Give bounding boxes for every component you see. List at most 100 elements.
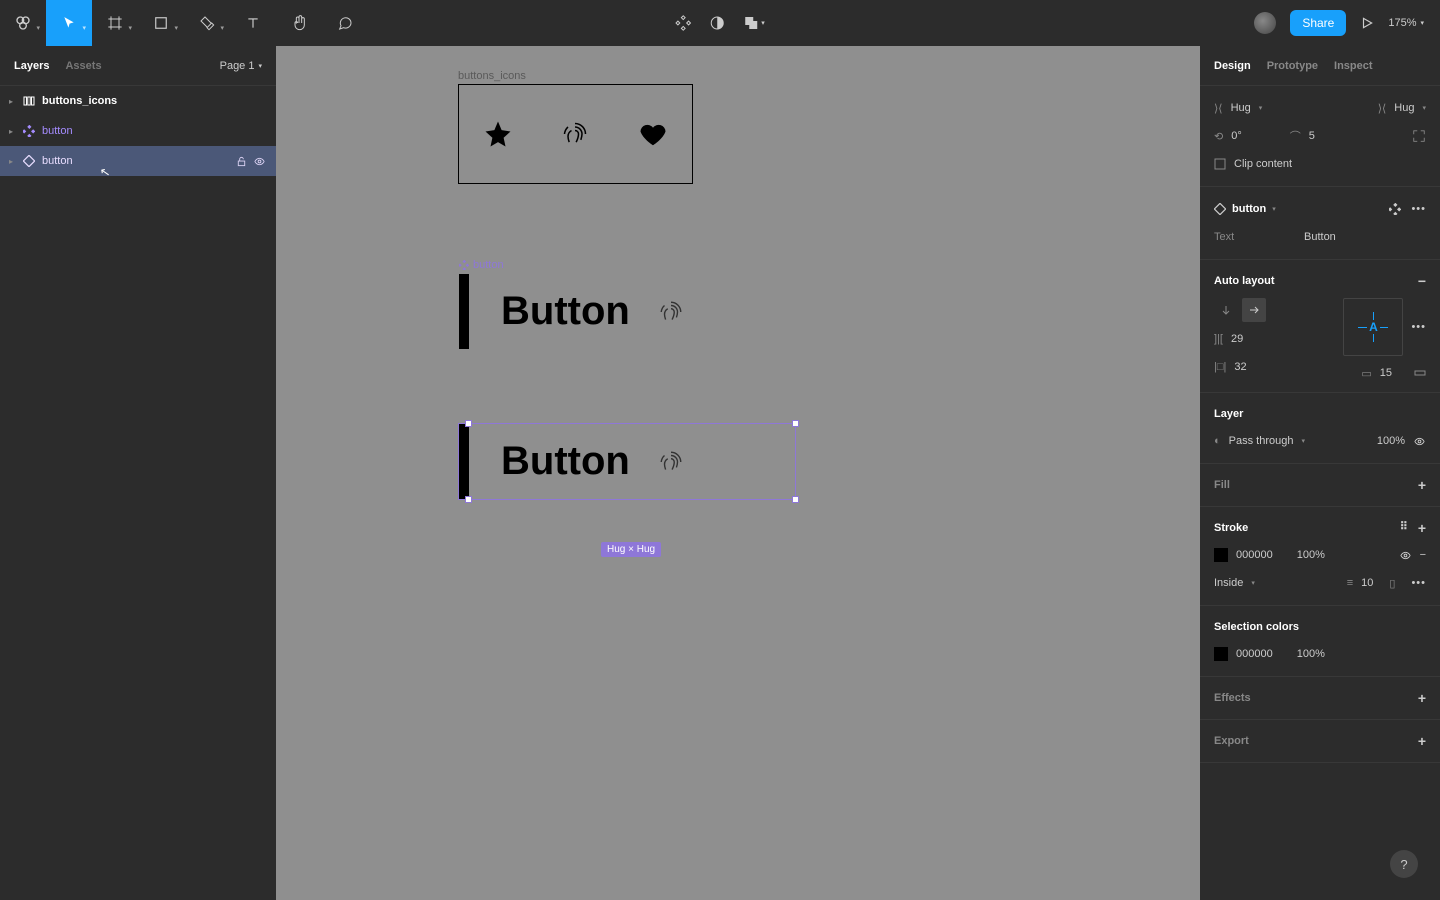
stroke-weight-input[interactable]: 10 (1361, 577, 1373, 589)
fill-section-title: Fill (1214, 479, 1230, 491)
mask-icon[interactable] (709, 15, 725, 31)
present-button[interactable] (1360, 16, 1374, 30)
radius-input[interactable]: 5 (1309, 130, 1315, 142)
pen-tool[interactable]: ▾ (184, 0, 230, 46)
frame-label[interactable]: buttons_icons (458, 70, 526, 82)
main-menu[interactable]: ▾ (0, 0, 46, 46)
blend-mode-dropdown[interactable]: Pass through (1229, 435, 1294, 447)
visibility-icon[interactable] (1413, 436, 1426, 447)
component-name-dropdown[interactable]: button (1232, 203, 1266, 215)
resize-handle-se[interactable] (792, 496, 799, 503)
tab-inspect[interactable]: Inspect (1334, 60, 1373, 72)
auto-layout-options-icon[interactable]: ••• (1411, 321, 1426, 333)
visibility-icon[interactable] (1399, 550, 1412, 561)
layer-row-instance[interactable]: ▸ button ↖ (0, 146, 276, 176)
share-button[interactable]: Share (1290, 10, 1346, 36)
layer-name: button (42, 125, 73, 137)
frame-tool[interactable]: ▾ (92, 0, 138, 46)
zoom-value: 175% (1388, 17, 1416, 29)
heart-icon (638, 119, 668, 149)
layer-row-component[interactable]: ▸ button (0, 116, 276, 146)
instance-icon (1214, 203, 1226, 215)
add-fill-button[interactable]: + (1418, 477, 1426, 493)
text-prop-value[interactable]: Button (1304, 231, 1336, 243)
layer-section-title: Layer (1214, 408, 1243, 420)
visibility-icon[interactable] (253, 156, 266, 167)
top-toolbar: ▾ ▾ ▾ ▾ ▾ (0, 0, 1440, 46)
stroke-opacity-input[interactable]: 100% (1297, 549, 1325, 561)
move-tool[interactable]: ▾ (46, 0, 92, 46)
stroke-color-hex[interactable]: 000000 (1236, 549, 1273, 561)
tab-design[interactable]: Design (1214, 60, 1251, 72)
boolean-icon[interactable]: ▾ (743, 15, 765, 31)
canvas[interactable]: buttons_icons button Button Button Hug ×… (276, 46, 1200, 900)
direction-horizontal-button[interactable] (1242, 298, 1266, 322)
help-button[interactable]: ? (1390, 850, 1418, 878)
export-section-title: Export (1214, 735, 1249, 747)
star-icon (483, 119, 513, 149)
width-input[interactable]: Hug (1231, 102, 1251, 114)
clip-checkbox[interactable] (1214, 158, 1226, 170)
stroke-per-side-button[interactable]: ▯ (1389, 577, 1395, 590)
left-panel: Layers Assets Page 1▾ ▸ buttons_icons ▸ … (0, 46, 276, 900)
avatar[interactable] (1254, 12, 1276, 34)
page-dropdown[interactable]: Page 1▾ (220, 60, 262, 72)
height-hug-icon: ⟩⟨ (1378, 102, 1387, 115)
go-to-main-icon[interactable] (1389, 203, 1401, 215)
text-tool[interactable] (230, 0, 276, 46)
remove-autolayout-button[interactable]: − (1418, 273, 1426, 289)
independent-padding-button[interactable] (1414, 367, 1426, 379)
tab-prototype[interactable]: Prototype (1267, 60, 1318, 72)
instance-icon (22, 154, 36, 168)
stroke-color-swatch[interactable] (1214, 548, 1228, 562)
spacing-input[interactable]: 29 (1231, 333, 1243, 345)
alignment-control[interactable]: A (1343, 298, 1403, 356)
button-instance-selected[interactable]: Button (459, 424, 795, 499)
selection-color-swatch[interactable] (1214, 647, 1228, 661)
component-label[interactable]: button (459, 259, 504, 271)
blend-icon: ◐ (1214, 435, 1221, 447)
layer-row-frame[interactable]: ▸ buttons_icons (0, 86, 276, 116)
tab-layers[interactable]: Layers (14, 60, 49, 72)
right-panel: Design Prototype Inspect ⟩⟨ Hug▾ ⟩⟨ Hug▾… (1200, 46, 1440, 900)
padding-h-input[interactable]: 32 (1234, 361, 1246, 373)
resize-handle-sw[interactable] (465, 496, 472, 503)
height-input[interactable]: Hug (1394, 102, 1414, 114)
component-icon (22, 124, 36, 138)
rotation-input[interactable]: 0° (1231, 130, 1242, 142)
add-stroke-button[interactable]: + (1418, 520, 1426, 536)
layer-name: button (42, 155, 73, 167)
shape-tool[interactable]: ▾ (138, 0, 184, 46)
page-name: Page 1 (220, 60, 255, 72)
components-icon[interactable] (675, 15, 691, 31)
spacing-icon: ]|[ (1214, 333, 1223, 345)
zoom-dropdown[interactable]: 175%▾ (1388, 17, 1424, 29)
width-hug-icon: ⟩⟨ (1214, 102, 1223, 115)
comment-tool[interactable] (322, 0, 368, 46)
instance-options-icon[interactable]: ••• (1411, 203, 1426, 215)
selection-color-hex[interactable]: 000000 (1236, 648, 1273, 660)
direction-vertical-button[interactable] (1214, 298, 1238, 322)
button-text: Button (501, 439, 630, 484)
tab-assets[interactable]: Assets (65, 60, 101, 72)
resize-handle-ne[interactable] (792, 420, 799, 427)
layer-opacity-input[interactable]: 100% (1377, 435, 1405, 447)
remove-stroke-button[interactable]: − (1420, 549, 1426, 561)
selection-colors-title: Selection colors (1214, 621, 1299, 633)
stroke-position-dropdown[interactable]: Inside (1214, 577, 1243, 589)
padding-v-input[interactable]: 15 (1380, 367, 1392, 379)
padding-h-icon: |□| (1214, 361, 1226, 373)
stroke-options-icon[interactable]: ••• (1411, 577, 1426, 589)
selection-color-opacity[interactable]: 100% (1297, 648, 1325, 660)
independent-corners-button[interactable] (1412, 129, 1426, 143)
component-label-text: button (473, 259, 504, 271)
resize-handle-nw[interactable] (465, 420, 472, 427)
clip-content-label: Clip content (1234, 158, 1292, 170)
icons-frame[interactable] (458, 84, 693, 184)
hand-tool[interactable] (276, 0, 322, 46)
add-export-button[interactable]: + (1418, 733, 1426, 749)
lock-icon[interactable] (236, 156, 247, 167)
stroke-style-button[interactable]: ⠿ (1400, 520, 1408, 536)
button-component-master[interactable]: Button (459, 274, 716, 349)
add-effect-button[interactable]: + (1418, 690, 1426, 706)
